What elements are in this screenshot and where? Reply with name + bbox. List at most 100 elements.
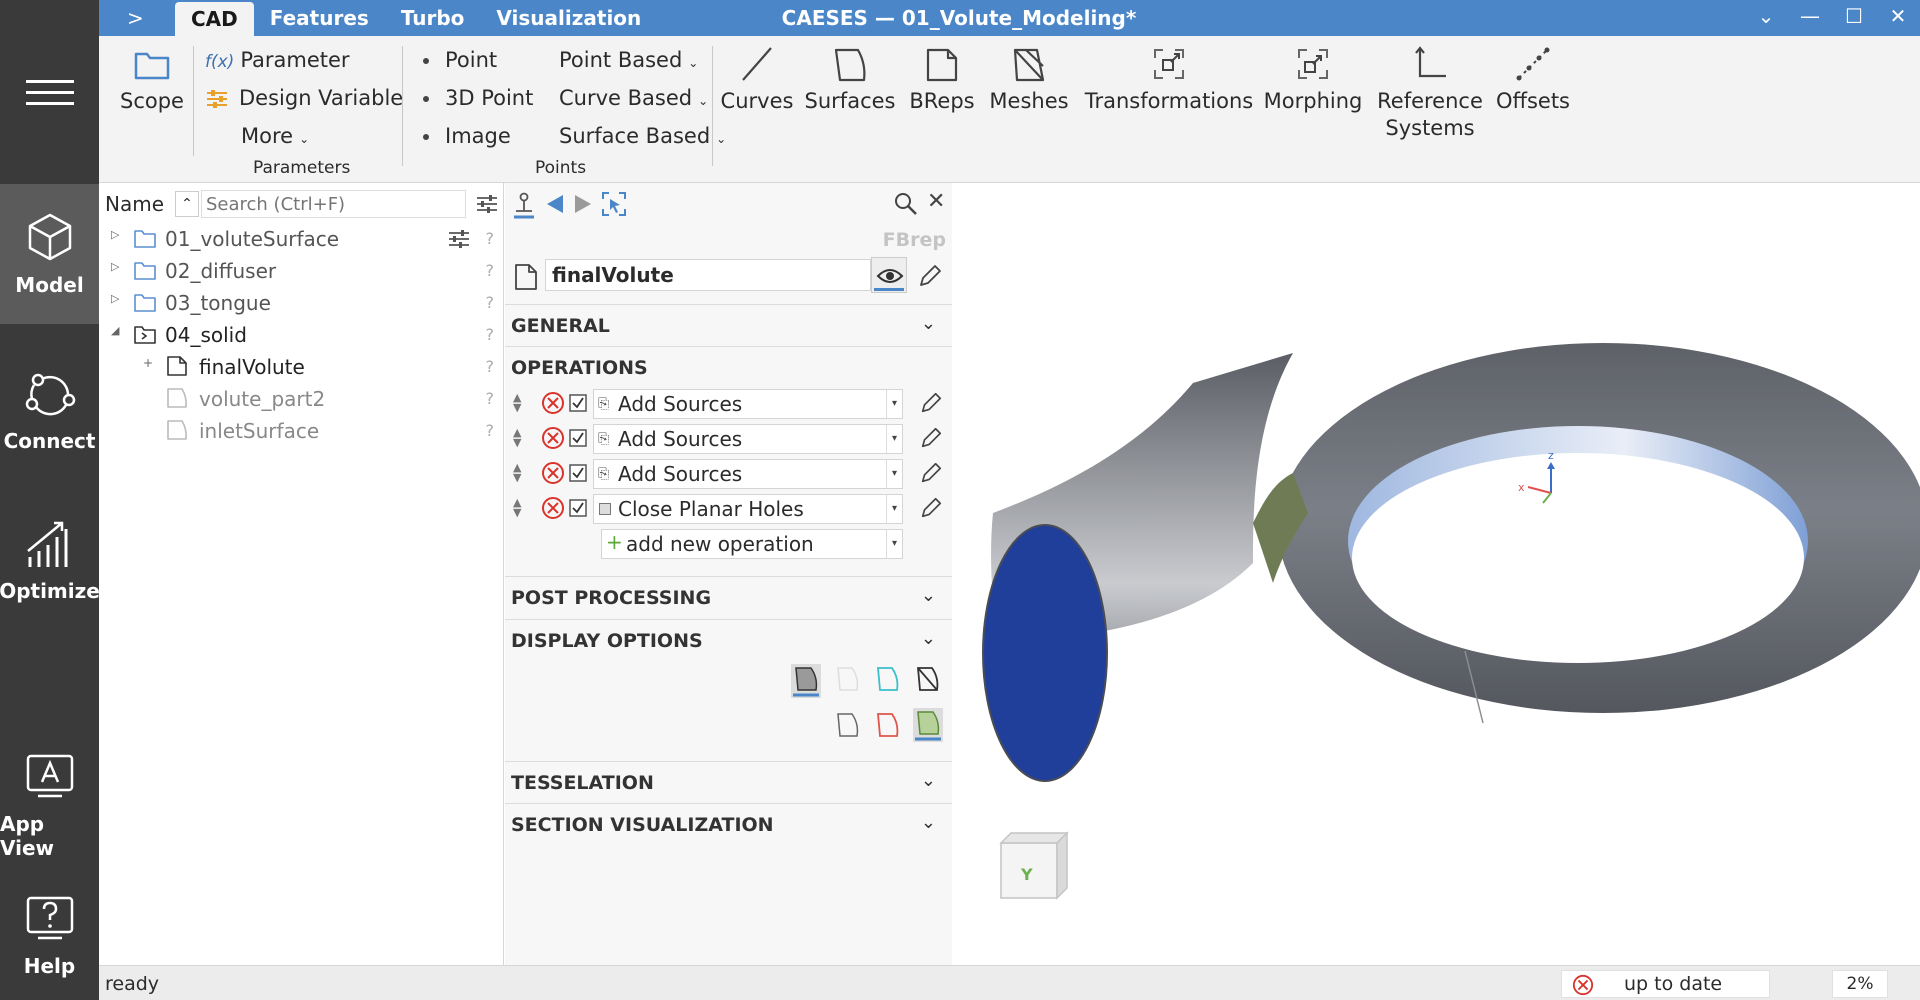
- morphing-button[interactable]: Morphing: [1261, 44, 1365, 115]
- add-operation-select[interactable]: + add new operation ▾: [601, 529, 903, 559]
- checkbox-checked[interactable]: [569, 429, 587, 447]
- rail-item-model[interactable]: Model: [0, 184, 99, 324]
- close-icon[interactable]: ✕: [927, 189, 945, 214]
- dropdown-arrow-icon[interactable]: ▾: [886, 460, 902, 488]
- rail-item-connect[interactable]: Connect: [0, 350, 99, 470]
- image-button[interactable]: Image: [423, 124, 511, 148]
- tree-row-solid[interactable]: ◢ 04_solid ?: [99, 318, 504, 350]
- transformations-button[interactable]: Transformations: [1085, 44, 1253, 115]
- curve-based-dropdown[interactable]: Curve Based ⌄: [559, 86, 708, 110]
- tree-search-input[interactable]: [201, 190, 466, 218]
- edit-pencil-icon[interactable]: [919, 391, 943, 415]
- offsets-button[interactable]: Offsets: [1493, 44, 1573, 115]
- rail-item-app-view[interactable]: App View: [0, 745, 99, 865]
- help-mark: ?: [485, 357, 495, 376]
- breps-button[interactable]: BReps: [907, 44, 977, 115]
- expand-arrow-icon[interactable]: ▷: [111, 228, 119, 241]
- section-tesselation[interactable]: TESSELATION ⌄: [505, 761, 952, 803]
- empty-display-icon[interactable]: [833, 664, 861, 694]
- checkbox-checked[interactable]: [569, 499, 587, 517]
- operation-select[interactable]: ⎘ Add Sources ▾: [593, 459, 903, 489]
- tree-row-volute-part2[interactable]: volute_part2 ?: [99, 382, 504, 414]
- tree-header: Name ⌃: [99, 183, 504, 225]
- section-operations[interactable]: OPERATIONS: [505, 346, 952, 380]
- search-icon[interactable]: [893, 191, 919, 217]
- rail-item-optimize[interactable]: Optimize: [0, 500, 100, 620]
- more-parameters-dropdown[interactable]: More ⌄: [241, 124, 309, 148]
- help-mark: ?: [485, 389, 495, 408]
- section-display-options[interactable]: DISPLAY OPTIONS ⌄: [505, 619, 952, 742]
- edit-pencil-icon[interactable]: [919, 426, 943, 450]
- reorder-handle-icon[interactable]: ▲ ▼: [513, 427, 521, 448]
- tree-row-inlet-surface[interactable]: inletSurface ?: [99, 414, 504, 446]
- curves-button[interactable]: Curves: [719, 44, 795, 115]
- normals-display-icon[interactable]: [913, 708, 943, 742]
- point-based-dropdown[interactable]: Point Based ⌄: [559, 48, 698, 72]
- operation-select[interactable]: ⎘ Add Sources ▾: [593, 389, 903, 419]
- close-button[interactable]: ✕: [1884, 4, 1912, 28]
- entity-name-field[interactable]: finalVolute: [545, 259, 871, 291]
- rail-item-help[interactable]: Help: [0, 880, 99, 990]
- volute-model-render[interactable]: z x Y: [953, 183, 1920, 965]
- sort-up-icon[interactable]: ⌃: [175, 191, 199, 217]
- point-button[interactable]: Point: [423, 48, 497, 72]
- meshes-button[interactable]: Meshes: [989, 44, 1069, 115]
- select-target-icon[interactable]: [601, 191, 627, 217]
- reorder-handle-icon[interactable]: ▲ ▼: [513, 497, 521, 518]
- scope-button[interactable]: Scope: [117, 44, 187, 115]
- expand-plus-icon[interactable]: +: [143, 356, 153, 370]
- dropdown-arrow-icon[interactable]: ▾: [886, 390, 902, 418]
- 3d-viewport[interactable]: z x Y: [953, 183, 1920, 965]
- sliders-icon[interactable]: [447, 228, 471, 250]
- edges-display-icon[interactable]: [873, 710, 901, 740]
- view-cube[interactable]: Y: [999, 831, 1069, 900]
- shaded-display-icon[interactable]: [791, 664, 821, 698]
- tree-row-final-volute[interactable]: + finalVolute ?: [99, 350, 504, 382]
- name-column-header[interactable]: Name: [105, 192, 164, 216]
- operation-select[interactable]: Close Planar Holes ▾: [593, 494, 903, 524]
- checkbox-checked[interactable]: [569, 464, 587, 482]
- section-section-visualization[interactable]: SECTION VISUALIZATION ⌄: [505, 803, 952, 845]
- update-status[interactable]: up to date: [1561, 970, 1770, 998]
- surface-based-dropdown[interactable]: Surface Based ⌄: [559, 124, 726, 148]
- design-variable-button[interactable]: Design Variable: [205, 86, 403, 110]
- hamburger-menu-button[interactable]: [0, 0, 99, 184]
- maximize-button[interactable]: ☐: [1840, 4, 1868, 28]
- 3d-point-button[interactable]: 3D Point: [423, 86, 533, 110]
- parameter-button[interactable]: f(x) Parameter: [205, 48, 350, 72]
- reference-systems-button[interactable]: Reference Systems: [1375, 44, 1485, 142]
- checkbox-checked[interactable]: [569, 394, 587, 412]
- forward-arrow-icon[interactable]: [573, 193, 593, 215]
- section-post-processing[interactable]: POST PROCESSING ⌄: [505, 576, 952, 618]
- back-arrow-icon[interactable]: [545, 193, 565, 215]
- dropdown-arrow-icon[interactable]: ▾: [886, 425, 902, 453]
- expand-arrow-icon[interactable]: ▷: [111, 292, 119, 305]
- wire-display-icon[interactable]: [873, 664, 901, 694]
- section-general[interactable]: GENERAL ⌄: [505, 304, 952, 346]
- edit-pencil-icon[interactable]: [919, 461, 943, 485]
- surface-icon: [167, 420, 187, 440]
- pin-icon[interactable]: [511, 191, 537, 219]
- reorder-handle-icon[interactable]: ▲ ▼: [513, 462, 521, 483]
- morph-icon: [1298, 49, 1328, 79]
- expand-arrow-icon[interactable]: ▷: [111, 260, 119, 273]
- edit-pencil-icon[interactable]: [917, 263, 943, 289]
- tree-row-volute-surface[interactable]: ▷ 01_voluteSurface ?: [99, 222, 504, 254]
- mesh-display-icon[interactable]: [913, 664, 941, 694]
- window-controls: ⌄ — ☐ ✕: [1752, 4, 1912, 28]
- surfaces-button[interactable]: Surfaces: [805, 44, 895, 115]
- edit-pencil-icon[interactable]: [919, 496, 943, 520]
- tree-row-diffuser[interactable]: ▷ 02_diffuser ?: [99, 254, 504, 286]
- dropdown-arrow-icon[interactable]: ▾: [886, 495, 902, 523]
- dropdown-arrow-icon[interactable]: ▾: [886, 530, 902, 558]
- reorder-handle-icon[interactable]: ▲ ▼: [513, 392, 521, 413]
- collapse-arrow-icon[interactable]: ◢: [111, 324, 119, 337]
- outline-display-icon[interactable]: [833, 710, 861, 740]
- minimize-button[interactable]: —: [1796, 4, 1824, 28]
- visibility-toggle[interactable]: [871, 257, 907, 293]
- collapse-ribbon-button[interactable]: ⌄: [1752, 4, 1780, 28]
- filter-sliders-icon[interactable]: [475, 193, 499, 215]
- operation-select[interactable]: ⎘ Add Sources ▾: [593, 424, 903, 454]
- section-title: SECTION VISUALIZATION: [511, 814, 774, 836]
- tree-row-tongue[interactable]: ▷ 03_tongue ?: [99, 286, 504, 318]
